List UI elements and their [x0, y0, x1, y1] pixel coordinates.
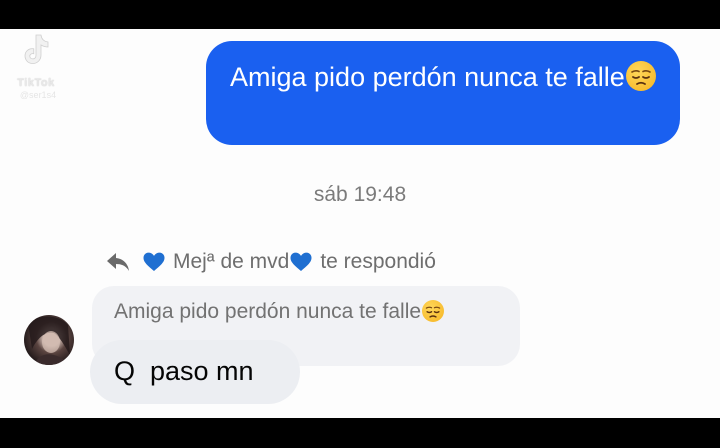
- blue-heart-emoji-icon: [290, 252, 312, 271]
- received-message-bubble[interactable]: Q paso mn: [90, 340, 300, 404]
- tiktok-brand-text: TikTok: [17, 77, 55, 89]
- tiktok-watermark: TikTok @ser1s4: [6, 34, 68, 105]
- message-timestamp: sáb 19:48: [313, 183, 407, 206]
- tiktok-handle-text: @ser1s4: [19, 90, 57, 100]
- quoted-message-text: Amiga pido perdón nunca te falle: [114, 300, 422, 323]
- pensive-face-emoji-icon: [625, 61, 656, 91]
- blue-heart-emoji-icon: [143, 252, 165, 271]
- reply-notice: Mejª de mvd te respondió: [105, 247, 436, 277]
- tiktok-logo-icon: [24, 34, 49, 64]
- reply-arrow-icon: [107, 253, 129, 271]
- pensive-face-emoji-icon: [422, 300, 445, 322]
- reply-notice-suffix: te respondió: [320, 250, 436, 273]
- quoted-message: Amiga pido perdón nunca te falle: [114, 300, 445, 324]
- contact-avatar[interactable]: [24, 315, 74, 365]
- chat-screen: TikTok @ser1s4 Amiga pido perdón nunca t…: [0, 29, 720, 418]
- sent-message-bubble[interactable]: Amiga pido perdón nunca te falle: [206, 41, 680, 145]
- sent-message-text: Amiga pido perdón nunca te falle: [230, 62, 625, 92]
- replier-name: Mejª de mvd: [173, 250, 290, 273]
- avatar-photo-icon: [28, 316, 70, 365]
